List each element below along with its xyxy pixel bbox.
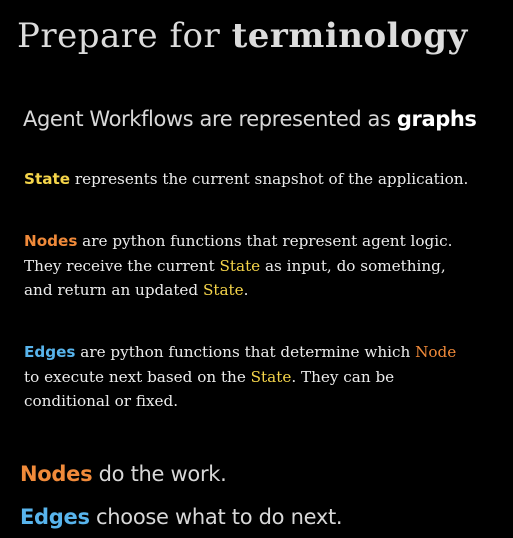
nodes-summary-term: Nodes [20, 462, 93, 486]
slide-subtitle-emphasis: graphs [396, 107, 477, 131]
nodes-definition-text-2b: as input, do something, [260, 256, 446, 275]
edges-definition-line-2: to execute next based on the State. They… [24, 365, 510, 390]
node-reference: Node [415, 343, 457, 361]
state-definition: State represents the current snapshot of… [24, 167, 510, 192]
slide-title-emphasis: terminology [231, 16, 468, 56]
nodes-definition-text-2a: They receive the current [24, 256, 220, 275]
nodes-definition-text-3a: and return an updated [24, 281, 203, 299]
edges-summary-text: choose what to do next. [89, 505, 343, 529]
edges-definition-text-2a: to execute next based on the [24, 367, 251, 386]
nodes-definition: Nodes are python functions that represen… [24, 229, 510, 303]
edges-summary: Edges choose what to do next. [20, 502, 343, 532]
edges-definition-line-1: Edges are python functions that determin… [24, 340, 510, 365]
slide-title-prefix: Prepare for [17, 16, 232, 56]
state-term: State [24, 170, 71, 188]
nodes-definition-line-1: Nodes are python functions that represen… [24, 229, 510, 254]
state-reference: State [250, 367, 292, 386]
edges-definition-line-3: conditional or fixed. [24, 392, 179, 410]
nodes-summary-text: do the work. [92, 462, 227, 486]
nodes-definition-line-3: and return an updated State. [24, 278, 510, 303]
state-reference: State [219, 256, 261, 275]
nodes-term: Nodes [24, 232, 78, 250]
nodes-summary: Nodes do the work. [20, 459, 227, 489]
edges-term: Edges [24, 343, 76, 361]
nodes-definition-text-1: are python functions that represent agen… [77, 232, 453, 250]
slide-subtitle-prefix: Agent Workflows are represented as [23, 107, 397, 131]
slide-title: Prepare for terminology [17, 13, 468, 59]
edges-definition-text-2b: . They can be [291, 367, 395, 386]
slide: Prepare for terminology Agent Workflows … [0, 0, 513, 538]
nodes-definition-text-3b: . [243, 281, 249, 299]
state-definition-text: represents the current snapshot of the a… [70, 170, 469, 188]
slide-subtitle: Agent Workflows are represented as graph… [23, 104, 477, 134]
edges-summary-term: Edges [20, 505, 90, 529]
state-reference: State [202, 281, 244, 299]
edges-definition-text-1: are python functions that determine whic… [75, 343, 416, 361]
nodes-definition-line-2: They receive the current State as input,… [24, 254, 510, 279]
edges-definition: Edges are python functions that determin… [24, 340, 510, 414]
state-definition-line: State represents the current snapshot of… [24, 167, 510, 192]
